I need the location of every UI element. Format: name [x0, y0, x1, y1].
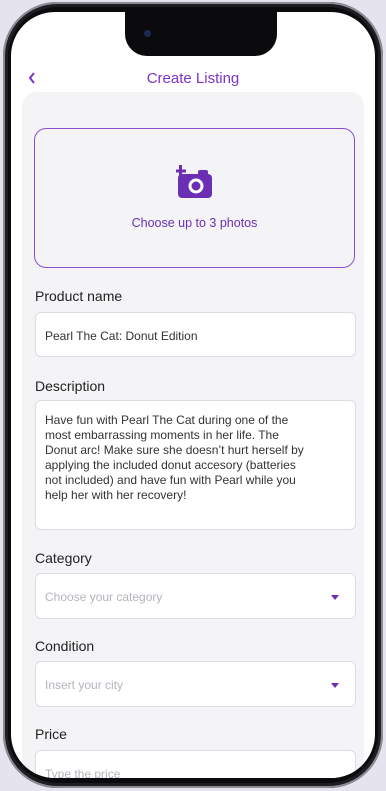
description-line: applying the included donut accesory (ba…	[45, 458, 296, 472]
phone-screen: Create Listing Choose up to 3 photos Pro…	[11, 12, 375, 778]
add-camera-icon	[176, 165, 212, 198]
description-line: not included) and have fun with Pearl wh…	[45, 473, 296, 487]
condition-placeholder: Insert your city	[45, 678, 124, 692]
condition-select[interactable]: Insert your city	[35, 661, 356, 707]
description-line: Donut arc! Make sure she doesn’t hurt he…	[45, 443, 304, 457]
caret-down-icon	[331, 595, 339, 600]
photo-upload-area[interactable]: Choose up to 3 photos	[34, 128, 355, 268]
description-line: most embarrassing moments in her life. T…	[45, 428, 279, 442]
description-line: help her with her recovery!	[45, 488, 187, 502]
listing-form: Choose up to 3 photos Product name Pearl…	[22, 92, 364, 778]
price-placeholder: Type the price	[45, 767, 121, 778]
product-name-input[interactable]: Pearl The Cat: Donut Edition	[35, 312, 356, 357]
category-select[interactable]: Choose your category	[35, 573, 356, 619]
description-textarea[interactable]: Have fun with Pearl The Cat during one o…	[35, 400, 356, 530]
price-label: Price	[35, 726, 67, 742]
description-value: Have fun with Pearl The Cat during one o…	[45, 413, 341, 503]
caret-down-icon	[331, 683, 339, 688]
product-name-label: Product name	[35, 288, 123, 304]
price-input[interactable]: Type the price	[35, 750, 356, 778]
product-name-value: Pearl The Cat: Donut Edition	[45, 329, 198, 343]
photo-upload-prompt: Choose up to 3 photos	[131, 216, 258, 230]
notch	[125, 12, 277, 56]
page-title: Create Listing	[146, 70, 240, 87]
condition-label: Condition	[35, 638, 95, 654]
description-label: Description	[35, 378, 106, 394]
description-line: Have fun with Pearl The Cat during one o…	[45, 413, 289, 427]
category-label: Category	[35, 550, 92, 566]
front-camera	[144, 30, 151, 37]
category-placeholder: Choose your category	[45, 590, 163, 604]
